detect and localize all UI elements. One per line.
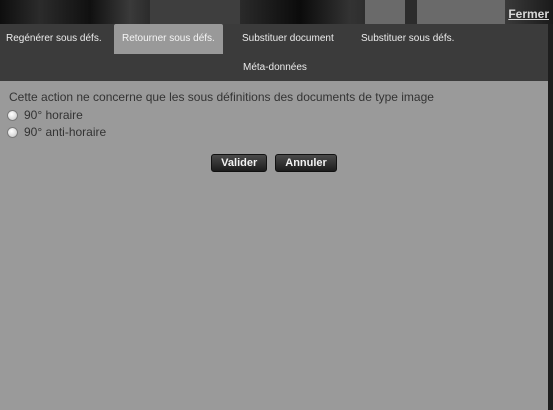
dialog-edge xyxy=(548,24,553,410)
background-window-pane xyxy=(150,0,240,24)
tab-substitute-document[interactable]: Substituer document xyxy=(242,24,334,54)
button-row: Valider Annuler xyxy=(0,154,548,172)
background-window-pane xyxy=(405,0,417,24)
tab-substitute-subdefs[interactable]: Substituer sous défs. xyxy=(361,24,454,54)
tab-rotate-subdefs[interactable]: Retourner sous défs. xyxy=(114,24,223,54)
tab-metadata[interactable]: Méta-données xyxy=(243,53,307,83)
radio-clockwise[interactable] xyxy=(7,109,18,121)
rotate-dialog: Regénérer sous défs. Retourner sous défs… xyxy=(0,24,548,410)
tab-bar: Regénérer sous défs. Retourner sous défs… xyxy=(0,24,548,81)
background-window-pane xyxy=(365,0,505,24)
radio-counterclockwise[interactable] xyxy=(7,126,18,138)
cancel-button[interactable]: Annuler xyxy=(275,154,337,172)
validate-button[interactable]: Valider xyxy=(211,154,268,172)
option-counterclockwise[interactable]: 90° anti-horaire xyxy=(2,124,548,140)
radio-counterclockwise-label[interactable]: 90° anti-horaire xyxy=(24,125,106,139)
rotate-form: Cette action ne concerne que les sous dé… xyxy=(0,81,548,140)
option-clockwise[interactable]: 90° horaire xyxy=(2,107,548,123)
screen: Fermer Regénérer sous défs. Retourner so… xyxy=(0,0,553,410)
radio-clockwise-label[interactable]: 90° horaire xyxy=(24,108,83,122)
tab-regenerate-subdefs[interactable]: Regénérer sous défs. xyxy=(6,24,102,54)
info-text: Cette action ne concerne que les sous dé… xyxy=(9,90,434,104)
close-link[interactable]: Fermer xyxy=(508,7,549,21)
